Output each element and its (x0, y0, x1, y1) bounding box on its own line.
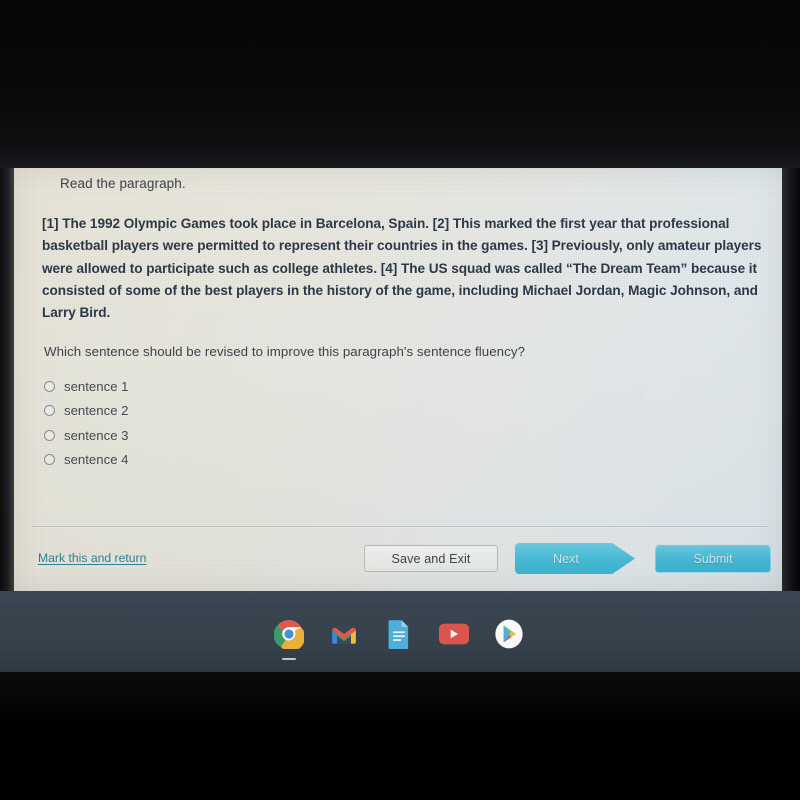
footer-divider (32, 526, 768, 527)
chrome-icon[interactable] (272, 617, 306, 660)
google-docs-icon[interactable] (382, 617, 416, 651)
mark-this-and-return-link[interactable]: Mark this and return (38, 551, 146, 565)
answer-choice-sentence-1[interactable]: sentence 1 (44, 374, 129, 399)
next-button[interactable]: Next (515, 543, 635, 574)
radio-button-icon[interactable] (44, 405, 55, 417)
gmail-icon[interactable] (327, 617, 361, 651)
bottom-bezel (0, 672, 800, 800)
chrome-active-indicator (282, 657, 296, 660)
submit-button[interactable]: Submit (655, 544, 771, 573)
save-and-exit-button[interactable]: Save and Exit (364, 545, 498, 572)
photographed-screen: Read the paragraph. [1] The 1992 Olympic… (0, 0, 800, 800)
answer-choice-label: sentence 2 (64, 403, 129, 419)
radio-button-icon[interactable] (44, 429, 55, 441)
footer-button-row: Save and Exit Next Submit (364, 543, 771, 574)
answer-choice-sentence-2[interactable]: sentence 2 (44, 399, 129, 424)
quiz-content-area: Read the paragraph. [1] The 1992 Olympic… (14, 168, 782, 591)
read-paragraph-prompt: Read the paragraph. (60, 176, 186, 191)
right-screen-edge (780, 168, 800, 591)
answer-choice-label: sentence 1 (64, 378, 129, 394)
youtube-icon[interactable] (437, 617, 471, 651)
shelf-icon-list (272, 617, 526, 660)
answer-choice-sentence-3[interactable]: sentence 3 (44, 423, 129, 448)
radio-button-icon[interactable] (44, 454, 55, 466)
os-shelf-taskbar (0, 591, 800, 672)
play-store-icon[interactable] (492, 617, 526, 651)
answer-choice-label: sentence 3 (64, 427, 129, 443)
answer-choice-label: sentence 4 (64, 452, 129, 468)
top-bezel (0, 0, 800, 168)
question-text: Which sentence should be revised to impr… (44, 344, 525, 359)
answer-choice-sentence-4[interactable]: sentence 4 (44, 448, 129, 473)
answer-choice-list: sentence 1 sentence 2 sentence 3 sentenc… (44, 374, 129, 472)
radio-button-icon[interactable] (44, 380, 55, 392)
paragraph-text: [1] The 1992 Olympic Games took place in… (42, 216, 762, 321)
